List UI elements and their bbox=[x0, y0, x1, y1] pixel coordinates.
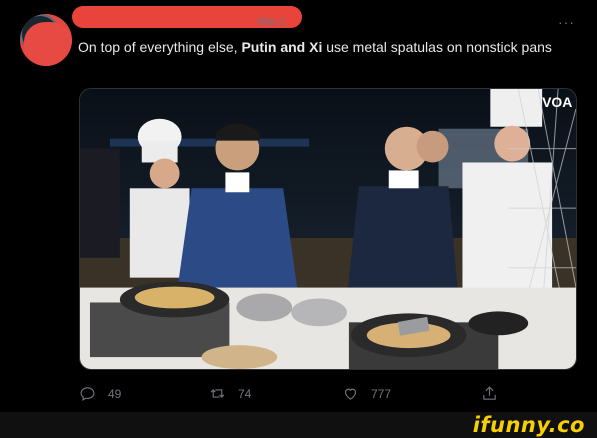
tweet-text-part-1: On top of everything else, bbox=[78, 39, 242, 55]
action-bar: 49 74 777 bbox=[0, 385, 597, 405]
media-watermark: VOA bbox=[542, 94, 572, 110]
avatar-redaction bbox=[24, 22, 72, 66]
tweet-text: On top of everything else, Putin and Xi … bbox=[78, 37, 573, 57]
share-button[interactable] bbox=[481, 385, 498, 402]
tweet-text-part-2: use metal spatulas on nonstick pans bbox=[322, 39, 552, 55]
avatar[interactable] bbox=[20, 14, 72, 66]
like-count: 777 bbox=[371, 386, 392, 401]
retweet-icon bbox=[210, 389, 225, 398]
heart-icon bbox=[344, 388, 357, 400]
tweet-date[interactable]: Mar 1 bbox=[258, 16, 286, 28]
tweet-text-bold: Putin and Xi bbox=[241, 39, 323, 55]
tweet-media-image[interactable]: VOA bbox=[79, 88, 577, 370]
tweet-card[interactable]: Mar 1 ··· On top of everything else, Put… bbox=[0, 0, 597, 412]
share-icon bbox=[483, 386, 496, 400]
reply-icon bbox=[80, 387, 95, 401]
retweet-count: 74 bbox=[238, 386, 252, 401]
ifunny-watermark: ifunny.co bbox=[472, 413, 585, 437]
reply-button[interactable]: 49 bbox=[79, 385, 121, 402]
like-button[interactable]: 777 bbox=[342, 385, 391, 402]
more-options-icon[interactable]: ··· bbox=[558, 14, 575, 30]
media-photo: VOA bbox=[80, 89, 576, 369]
retweet-button[interactable]: 74 bbox=[209, 385, 251, 402]
reply-count: 49 bbox=[108, 386, 122, 401]
